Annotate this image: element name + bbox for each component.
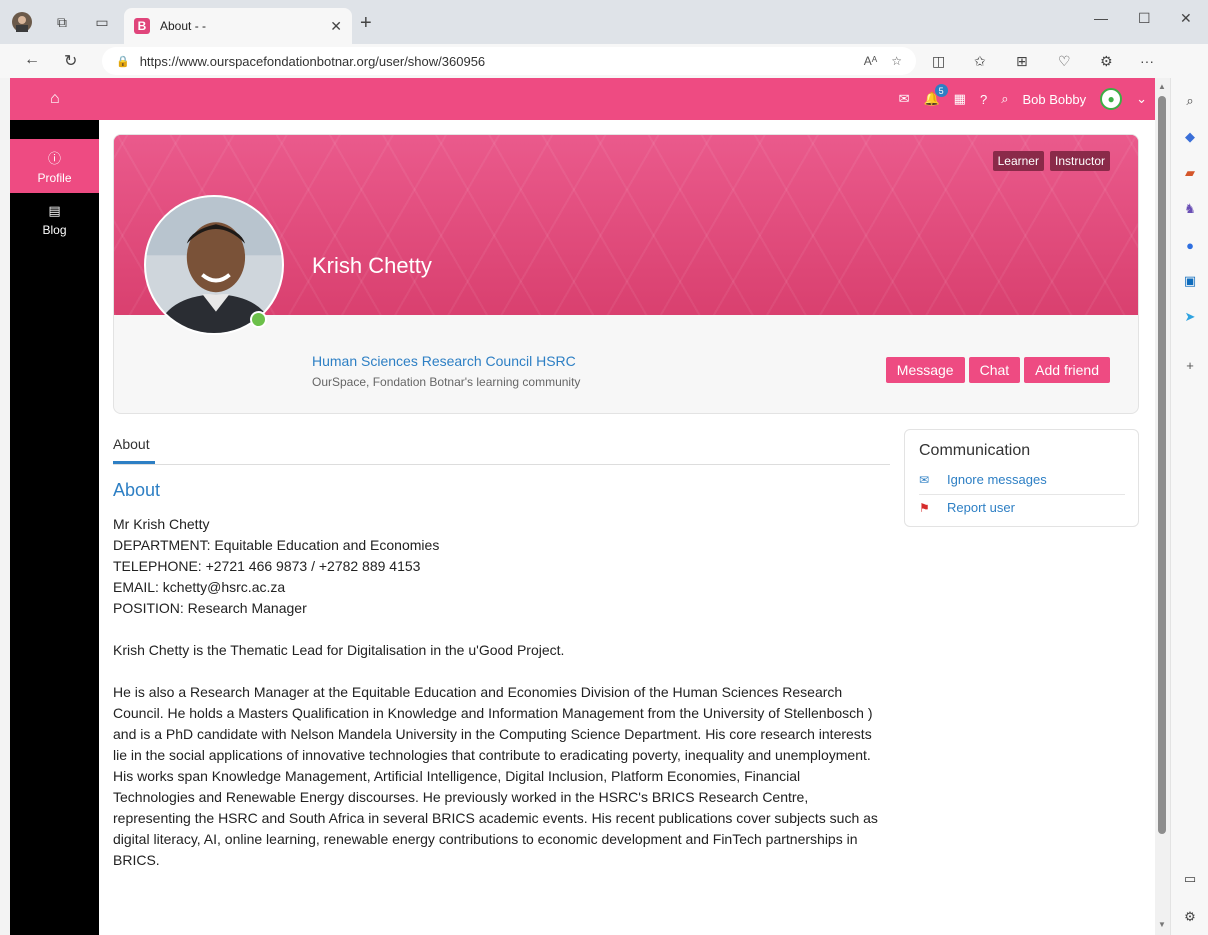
tab-about[interactable]: About — [113, 436, 150, 452]
ignore-mail-icon: ✉ — [919, 472, 930, 487]
edge-sidebar: ⌕ ◆ ▰ ♞ ● ▣ ➤ + ▭ ⚙ — [1170, 78, 1208, 935]
add-icon[interactable]: + — [1181, 356, 1199, 374]
about-paragraph-1: Krish Chetty is the Thematic Lead for Di… — [113, 642, 565, 658]
sidebar-item-blog[interactable]: ▤ Blog — [10, 193, 99, 247]
profile-card: Learner Instructor Krish Chetty Human Sc… — [113, 134, 1139, 414]
info-icon: ⓘ — [47, 150, 61, 166]
report-user-link[interactable]: ⚑ Report user — [919, 500, 1015, 515]
communication-card: Communication ✉ Ignore messages ⚑ Report… — [904, 429, 1139, 527]
left-sidebar: ⓘ Profile ▤ Blog — [10, 120, 99, 935]
extensions-icon[interactable]: ⚙ — [1100, 53, 1113, 70]
user-name[interactable]: Bob Bobby — [1022, 92, 1086, 107]
sidebar-item-label: Profile — [37, 170, 72, 185]
chevron-down-icon[interactable]: ⌄ — [1136, 91, 1147, 107]
ignore-messages-link[interactable]: ✉ Ignore messages — [919, 472, 1047, 487]
close-tab-icon[interactable]: ✕ — [330, 18, 342, 35]
browser-essentials-icon[interactable]: ♡ — [1058, 53, 1071, 70]
organization-link[interactable]: Human Sciences Research Council HSRC — [312, 353, 576, 369]
scroll-down-icon[interactable]: ▼ — [1158, 920, 1166, 929]
flag-icon: ⚑ — [919, 500, 930, 515]
url-field[interactable]: 🔒 https://www.ourspacefondationbotnar.or… — [102, 47, 916, 75]
about-line: POSITION: Research Manager — [113, 600, 307, 616]
online-status-dot — [250, 311, 267, 328]
site-top-nav: ⌂ ✉ 🔔 5 ▦ ? ⌕ Bob Bobby ● ⌄ — [10, 78, 1155, 120]
send-icon[interactable]: ➤ — [1181, 308, 1199, 326]
page-scrollbar[interactable]: ▲ ▼ — [1155, 78, 1170, 935]
tab-actions-icon[interactable]: ▭ — [92, 12, 112, 32]
shopping-tag-icon[interactable]: ◆ — [1181, 128, 1199, 146]
url-text: https://www.ourspacefondationbotnar.org/… — [139, 53, 486, 69]
microsoft-365-icon[interactable]: ● — [1181, 236, 1199, 254]
notification-count: 5 — [934, 84, 948, 97]
search-icon[interactable]: ⌕ — [1181, 92, 1199, 110]
maximize-icon[interactable]: ☐ — [1138, 10, 1151, 27]
browser-tab-bar: ⧉ ▭ B About - - ✕ + — ☐ ✕ — [0, 0, 1208, 44]
more-menu-icon[interactable]: ··· — [1140, 53, 1154, 69]
favorites-icon[interactable]: ✩ — [974, 53, 986, 70]
new-tab-icon[interactable]: + — [360, 12, 372, 35]
about-paragraph-2: He is also a Research Manager at the Equ… — [113, 684, 878, 868]
ignore-messages-label: Ignore messages — [947, 472, 1047, 487]
browser-tab[interactable]: B About - - ✕ — [124, 8, 352, 44]
outlook-icon[interactable]: ▣ — [1181, 272, 1199, 290]
report-user-label: Report user — [947, 500, 1015, 515]
sidebar-toggle-icon[interactable]: ▭ — [1181, 870, 1199, 888]
lock-icon: 🔒 — [116, 55, 130, 68]
scroll-up-icon[interactable]: ▲ — [1158, 82, 1166, 91]
role-badge-instructor: Instructor — [1049, 151, 1110, 171]
sidebar-item-label: Blog — [42, 223, 67, 237]
about-details: Mr Krish Chetty DEPARTMENT: Equitable Ed… — [113, 514, 439, 619]
calendar-icon[interactable]: ▦ — [954, 91, 966, 107]
notifications-icon[interactable]: 🔔 5 — [923, 84, 948, 107]
chat-button[interactable]: Chat — [968, 357, 1021, 383]
tab-divider — [113, 464, 890, 465]
favicon-icon: B — [134, 18, 150, 34]
games-icon[interactable]: ♞ — [1181, 200, 1199, 218]
about-heading: About — [113, 480, 161, 500]
help-icon[interactable]: ? — [980, 92, 987, 107]
tools-icon[interactable]: ▰ — [1181, 164, 1199, 182]
role-badge-learner: Learner — [992, 151, 1044, 171]
communication-title: Communication — [919, 442, 1031, 459]
profile-name: Krish Chetty — [312, 253, 432, 278]
tab-title: About - - — [160, 19, 207, 33]
about-line: EMAIL: kchetty@hsrc.ac.za — [113, 579, 286, 595]
favorite-star-icon[interactable]: ☆ — [891, 54, 902, 68]
settings-icon[interactable]: ⚙ — [1181, 908, 1199, 926]
community-text: OurSpace, Fondation Botnar's learning co… — [312, 375, 581, 389]
scroll-thumb[interactable] — [1158, 96, 1166, 834]
page-viewport: ⌂ ✉ 🔔 5 ▦ ? ⌕ Bob Bobby ● ⌄ ⓘ Profile ▤ B… — [10, 78, 1155, 935]
search-icon[interactable]: ⌕ — [1001, 91, 1008, 107]
add-friend-button[interactable]: Add friend — [1024, 357, 1110, 383]
about-line: TELEPHONE: +2721 466 9873 / +2782 889 41… — [113, 558, 421, 574]
profile-avatar-icon[interactable] — [12, 12, 32, 32]
close-window-icon[interactable]: ✕ — [1180, 10, 1192, 27]
mail-icon[interactable]: ✉ — [899, 91, 910, 107]
back-icon[interactable]: ← — [24, 51, 40, 69]
divider — [919, 494, 1125, 495]
minimize-icon[interactable]: — — [1094, 10, 1108, 26]
split-screen-icon[interactable]: ◫ — [932, 53, 945, 70]
home-icon[interactable]: ⌂ — [50, 90, 60, 108]
sidebar-item-profile[interactable]: ⓘ Profile — [10, 139, 99, 193]
message-button[interactable]: Message — [885, 357, 965, 383]
read-aloud-icon[interactable]: Aᴬ — [864, 54, 877, 68]
user-avatar-icon[interactable]: ● — [1100, 88, 1123, 110]
address-bar-row: ← ↻ 🔒 https://www.ourspacefondationbotna… — [0, 44, 1208, 118]
workspaces-icon[interactable]: ⧉ — [52, 12, 72, 32]
about-line: Mr Krish Chetty — [113, 516, 210, 532]
refresh-icon[interactable]: ↻ — [64, 51, 77, 71]
about-line: DEPARTMENT: Equitable Education and Econ… — [113, 537, 440, 553]
calendar-icon: ▤ — [48, 203, 61, 218]
collections-icon[interactable]: ⊞ — [1016, 53, 1028, 70]
